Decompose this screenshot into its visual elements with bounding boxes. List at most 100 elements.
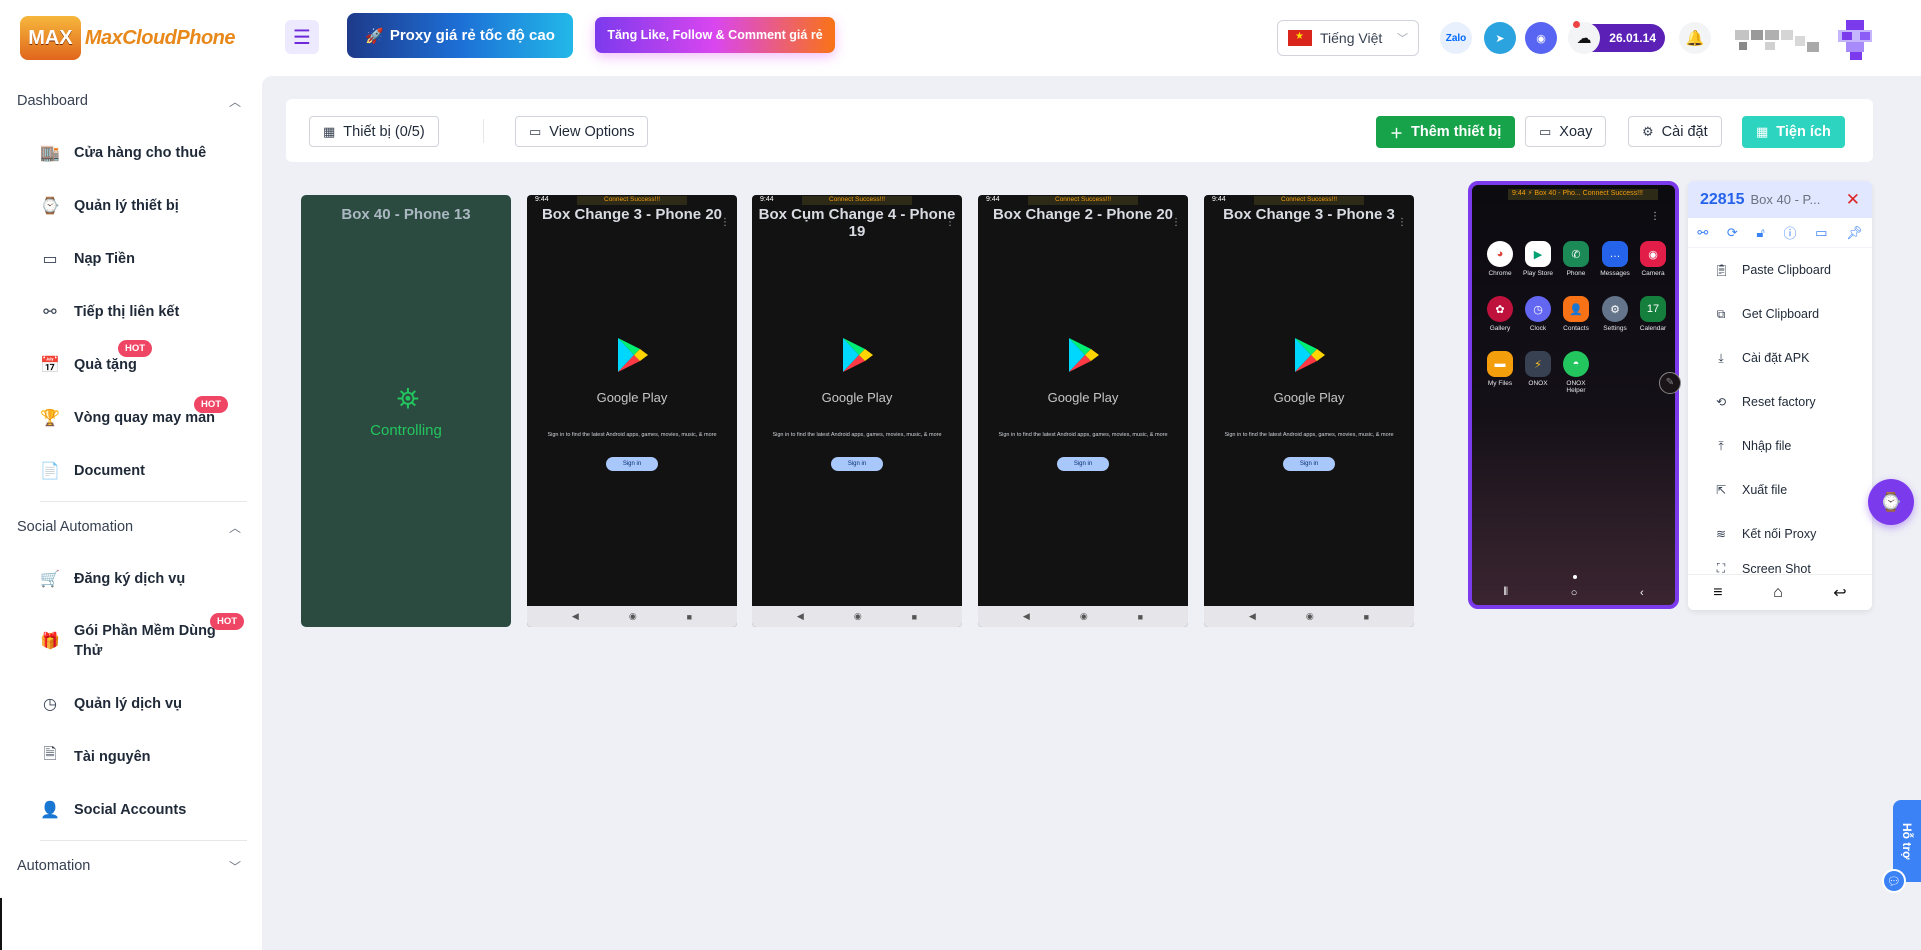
sign-in-button[interactable]: Sign in: [1283, 457, 1335, 471]
recents-icon[interactable]: ■: [912, 612, 917, 622]
back-icon[interactable]: ◀: [572, 611, 579, 622]
share-icon[interactable]: ⚯: [1697, 225, 1708, 241]
lock-icon[interactable]: 🔓︎: [1756, 225, 1764, 241]
device-title: Box Change 2 - Phone 20: [992, 206, 1174, 223]
like-promo-button[interactable]: Tăng Like, Follow & Comment giá rẻ: [595, 17, 835, 53]
device-card[interactable]: Box 40 - Phone 13 ⛯ Controlling: [301, 195, 511, 627]
bell-icon[interactable]: 🔔: [1679, 22, 1711, 54]
hamburger-menu-icon[interactable]: ☰: [285, 20, 319, 54]
sidebar-item-label: Quản lý dịch vụ: [74, 695, 182, 712]
recents-icon[interactable]: ■: [1138, 612, 1143, 622]
sidebar-item-social-accounts[interactable]: 👤 Social Accounts: [0, 783, 262, 836]
reset-factory-item[interactable]: ⟲ Reset factory: [1688, 380, 1872, 424]
screen-icon[interactable]: ▭: [1815, 225, 1827, 241]
app-phone[interactable]: ✆ Phone: [1558, 241, 1594, 277]
device-fab-button[interactable]: ⌚: [1868, 479, 1914, 525]
app-play-store[interactable]: ▶ Play Store: [1520, 241, 1556, 277]
add-device-button[interactable]: ＋ Thêm thiết bị: [1376, 116, 1516, 148]
app-settings[interactable]: ⚙ Settings: [1597, 296, 1633, 332]
close-icon[interactable]: ✕: [1846, 190, 1860, 210]
sidebar-item-gifts[interactable]: 📅 Quà tặng HOT: [0, 338, 262, 391]
discord-icon[interactable]: ◉: [1525, 22, 1557, 54]
app-clock[interactable]: ◷ Clock: [1520, 296, 1556, 332]
back-icon[interactable]: ◀: [797, 611, 804, 622]
home-icon[interactable]: ○: [1571, 587, 1578, 599]
menu-icon[interactable]: ≡: [1713, 584, 1722, 602]
home-icon[interactable]: ◉: [1306, 611, 1314, 622]
sign-in-button[interactable]: Sign in: [1057, 457, 1109, 471]
app-calendar[interactable]: 17 Calendar: [1635, 296, 1671, 332]
app-label: ONOX Helper: [1566, 380, 1586, 394]
home-icon[interactable]: ◉: [854, 611, 862, 622]
app-camera[interactable]: ◉ Camera: [1635, 241, 1671, 277]
sidebar-item-register-service[interactable]: 🛒 Đăng ký dịch vụ: [0, 552, 262, 605]
live-device-screen[interactable]: 9:44 ⚡ Box 40 - Pho... Connect Success!!…: [1468, 181, 1679, 609]
app-onox[interactable]: ⚡ ONOX: [1520, 351, 1556, 387]
telegram-icon[interactable]: ➤: [1484, 22, 1516, 54]
utilities-button[interactable]: ▦ Tiện ích: [1742, 116, 1845, 148]
sidebar-item-resources[interactable]: 🗎 Tài nguyên: [0, 730, 262, 783]
back-icon[interactable]: ◀: [1023, 611, 1030, 622]
recents-icon[interactable]: ■: [1364, 612, 1369, 622]
pin-icon[interactable]: 📌︎: [1846, 225, 1863, 241]
scroll-indicator: [0, 898, 2, 950]
device-card[interactable]: 9:44 Connect Success!!! Box Change 2 - Ph…: [978, 195, 1188, 627]
screenshot-item[interactable]: ⛶ Screen Shot: [1688, 556, 1872, 576]
more-vertical-icon: ⋮: [1171, 217, 1181, 228]
more-vertical-icon[interactable]: ⋮: [1650, 211, 1660, 222]
device-card[interactable]: 9:44 Connect Success!!! Box Change 3 - Ph…: [1204, 195, 1414, 627]
app-gallery[interactable]: ✿ Gallery: [1482, 296, 1518, 332]
home-icon[interactable]: ◉: [1080, 611, 1088, 622]
rotate-button[interactable]: ▭ Xoay: [1525, 116, 1607, 147]
back-icon[interactable]: ◀: [1249, 611, 1256, 622]
sign-in-button[interactable]: Sign in: [606, 457, 658, 471]
refresh-icon[interactable]: ⟳: [1727, 225, 1738, 241]
home-icon[interactable]: ◉: [629, 611, 637, 622]
chat-icon[interactable]: 💬︎: [1882, 869, 1906, 893]
sidebar-item-document[interactable]: 📄 Document: [0, 444, 262, 497]
language-select[interactable]: Tiếng Việt ﹀: [1277, 20, 1419, 56]
user-name-blurred[interactable]: [1735, 26, 1835, 56]
version-badge[interactable]: ☁ 26.01.14: [1568, 21, 1665, 54]
section-social-automation[interactable]: Social Automation ︿: [0, 502, 262, 552]
back-icon[interactable]: ‹: [1640, 587, 1644, 599]
export-file-item[interactable]: ⇱ Xuất file: [1688, 468, 1872, 512]
section-social-label: Social Automation: [17, 519, 134, 535]
sidebar-item-trial-package[interactable]: 🎁 Gói Phần Mềm Dùng Thử HOT: [0, 605, 262, 677]
sidebar-item-lucky-wheel[interactable]: 🏆 Vòng quay may mắn HOT: [0, 391, 262, 444]
home-icon[interactable]: ⌂: [1773, 584, 1783, 602]
back-icon[interactable]: ↩: [1833, 583, 1846, 603]
section-automation[interactable]: Automation ﹀: [0, 841, 262, 891]
settings-button[interactable]: ⚙ Cài đặt: [1628, 116, 1722, 147]
paste-clipboard-item[interactable]: 📋︎ Paste Clipboard: [1688, 248, 1872, 292]
app-contacts[interactable]: 👤 Contacts: [1558, 296, 1594, 332]
devices-button[interactable]: ▦ Thiết bị (0/5): [309, 116, 439, 147]
sign-in-button[interactable]: Sign in: [831, 457, 883, 471]
app-chrome[interactable]: ◕ Chrome: [1482, 241, 1518, 277]
device-card[interactable]: 9:44 Connect Success!!! Box Change 3 - Ph…: [527, 195, 737, 627]
sidebar-item-top-up[interactable]: ▭ Nạp Tiền: [0, 232, 262, 285]
device-card[interactable]: 9:44 Connect Success!!! Box Cụm Change 4 …: [752, 195, 962, 627]
upload-icon: ⤒: [1718, 438, 1724, 453]
zalo-icon[interactable]: Zalo: [1440, 22, 1472, 54]
info-icon[interactable]: ⓘ: [1783, 223, 1796, 242]
sidebar-item-device-management[interactable]: ⌚ Quản lý thiết bị: [0, 179, 262, 232]
edit-icon[interactable]: ✎: [1659, 372, 1681, 394]
install-apk-item[interactable]: ⤓ Cài đặt APK: [1688, 336, 1872, 380]
sidebar-item-rental-store[interactable]: 🏬 Cửa hàng cho thuê: [0, 126, 262, 179]
recents-icon[interactable]: ■: [687, 612, 692, 622]
sidebar-item-service-management[interactable]: ◷ Quản lý dịch vụ: [0, 677, 262, 730]
import-file-item[interactable]: ⤒ Nhập file: [1688, 424, 1872, 468]
section-dashboard[interactable]: Dashboard ︿: [0, 76, 262, 126]
connect-proxy-item[interactable]: ≋ Kết nối Proxy: [1688, 512, 1872, 556]
avatar[interactable]: [1838, 20, 1872, 60]
logo[interactable]: MAX MaxCloudPhone: [20, 14, 236, 62]
app-onox-helper[interactable]: ◓ ONOX Helper: [1558, 351, 1594, 394]
view-options-button[interactable]: ▭ View Options: [515, 116, 649, 147]
recents-icon[interactable]: ⦀: [1503, 586, 1508, 599]
app-my-files[interactable]: ▬ My Files: [1482, 351, 1518, 387]
get-clipboard-item[interactable]: ⧉ Get Clipboard: [1688, 292, 1872, 336]
proxy-promo-button[interactable]: 🚀 Proxy giá rẻ tốc độ cao: [347, 13, 573, 58]
app-messages[interactable]: … Messages: [1597, 241, 1633, 277]
sidebar-item-affiliate[interactable]: ⚯ Tiếp thị liên kết: [0, 285, 262, 338]
